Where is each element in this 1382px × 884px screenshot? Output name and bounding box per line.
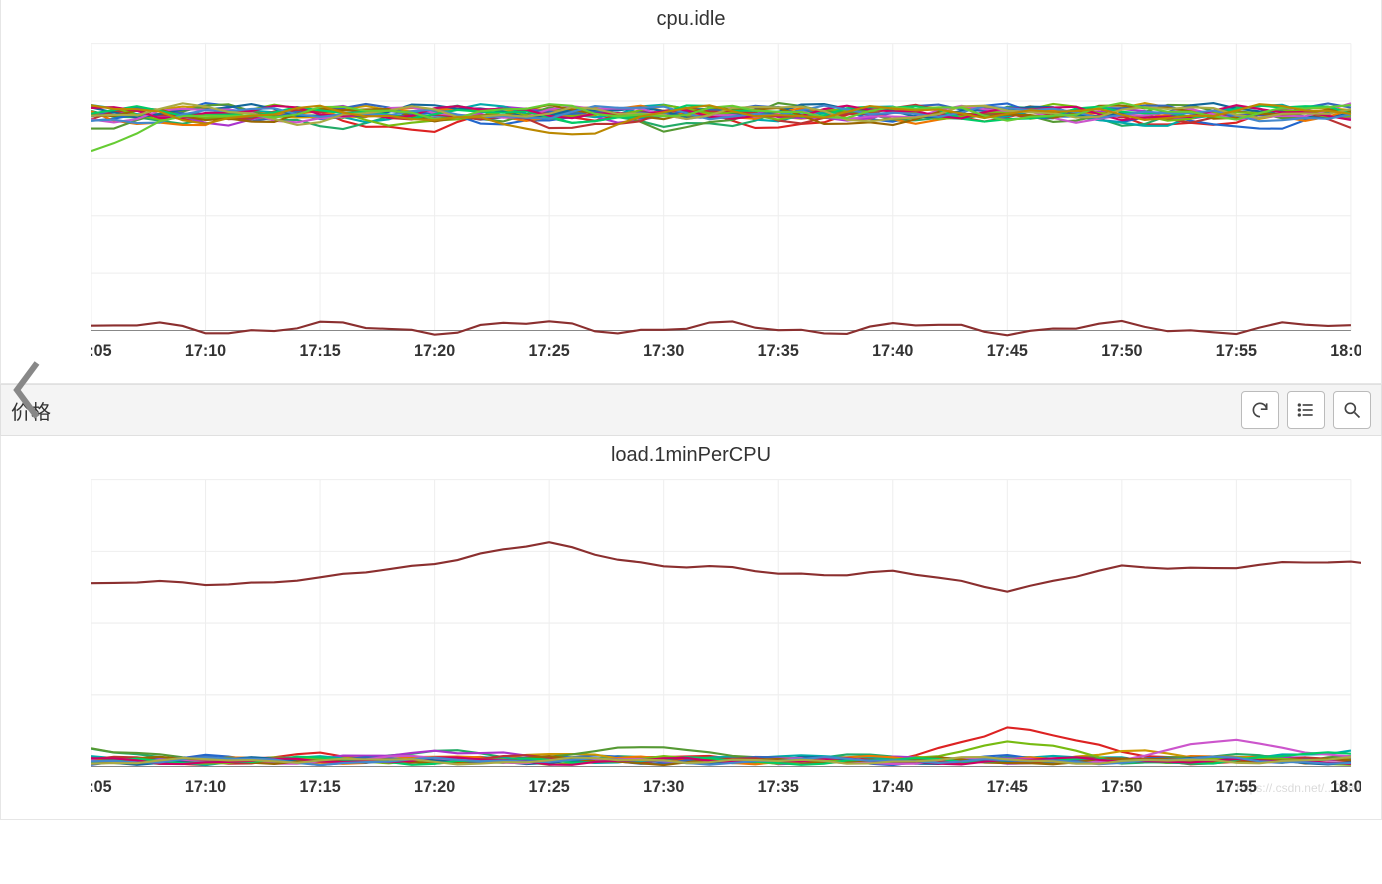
chart-panel-load: load.1minPerCPU 0.0000.5001.0001.5002.00… — [0, 436, 1382, 820]
svg-text:17:05: 17:05 — [91, 777, 112, 796]
chart-panel-cpu-idle: cpu.idle 0.00025.00050.00075.000100.0001… — [0, 0, 1382, 384]
chart-title: cpu.idle — [1, 0, 1381, 33]
chart-plot-area[interactable]: 0.00025.00050.00075.000100.000125.00017:… — [1, 33, 1381, 383]
svg-text:17:35: 17:35 — [758, 777, 799, 796]
chevron-left-icon — [5, 355, 49, 425]
svg-text:17:55: 17:55 — [1216, 341, 1257, 360]
svg-text:17:50: 17:50 — [1101, 777, 1142, 796]
svg-text:17:05: 17:05 — [91, 341, 112, 360]
svg-text:17:40: 17:40 — [872, 777, 913, 796]
svg-text:17:20: 17:20 — [414, 341, 455, 360]
svg-text:17:25: 17:25 — [529, 341, 570, 360]
zoom-button[interactable] — [1333, 391, 1371, 429]
svg-text:17:15: 17:15 — [299, 341, 340, 360]
svg-text:17:30: 17:30 — [643, 777, 684, 796]
toolbar-buttons — [1241, 391, 1371, 429]
svg-text:17:45: 17:45 — [987, 341, 1028, 360]
prev-chevron[interactable] — [5, 355, 49, 425]
svg-text:17:10: 17:10 — [185, 777, 226, 796]
legend-button[interactable] — [1287, 391, 1325, 429]
chart-plot-area[interactable]: 0.0000.5001.0001.5002.00017:0517:1017:15… — [1, 469, 1381, 819]
svg-text:17:15: 17:15 — [299, 777, 340, 796]
svg-text:18:00: 18:00 — [1330, 777, 1361, 796]
svg-text:18:00: 18:00 — [1330, 341, 1361, 360]
svg-text:17:20: 17:20 — [414, 777, 455, 796]
list-icon — [1296, 400, 1316, 420]
chart-svg: 0.00025.00050.00075.000100.000125.00017:… — [91, 33, 1361, 373]
refresh-icon — [1250, 400, 1270, 420]
svg-text:17:35: 17:35 — [758, 341, 799, 360]
chart-title: load.1minPerCPU — [1, 436, 1381, 469]
panel-toolbar: 价格 — [0, 384, 1382, 436]
svg-text:17:30: 17:30 — [643, 341, 684, 360]
svg-text:17:25: 17:25 — [529, 777, 570, 796]
refresh-button[interactable] — [1241, 391, 1279, 429]
svg-text:17:55: 17:55 — [1216, 777, 1257, 796]
chart-svg: 0.0000.5001.0001.5002.00017:0517:1017:15… — [91, 469, 1361, 809]
magnifier-icon — [1342, 400, 1362, 420]
svg-text:17:50: 17:50 — [1101, 341, 1142, 360]
svg-text:17:40: 17:40 — [872, 341, 913, 360]
svg-text:17:10: 17:10 — [185, 341, 226, 360]
svg-text:17:45: 17:45 — [987, 777, 1028, 796]
